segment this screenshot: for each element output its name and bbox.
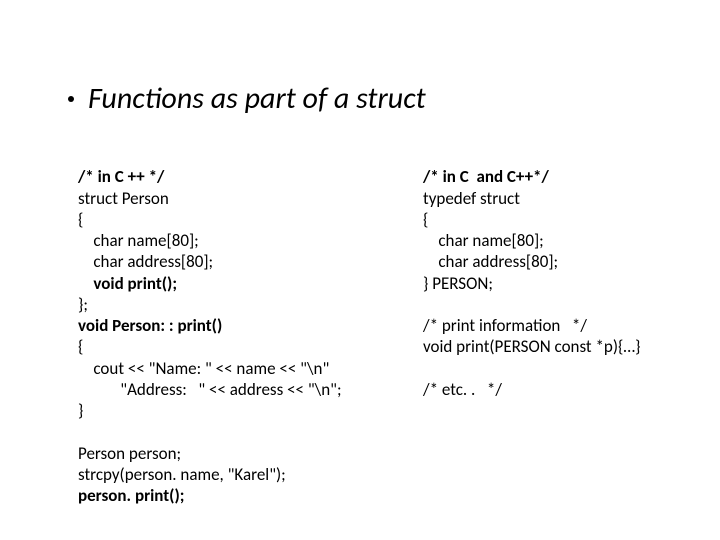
code-line: } <box>78 400 83 421</box>
code-line: Person person; <box>78 443 181 464</box>
code-line: char name[80]; <box>423 230 544 251</box>
code-line: { <box>78 336 83 357</box>
code-line: { <box>423 209 428 230</box>
slide-title: Functions as part of a struct <box>68 80 680 117</box>
bullet-icon <box>68 96 74 102</box>
code-line: "Address: " << address << "\n"; <box>78 379 342 400</box>
code-line: } PERSON; <box>423 273 493 294</box>
code-line: void print(PERSON const *p){…} <box>423 336 640 357</box>
code-line: /* etc. . */ <box>423 379 502 400</box>
code-columns: /* in C ++ */ struct Person { char name[… <box>78 145 680 506</box>
code-line: void print(); <box>78 273 177 294</box>
code-line: char address[80]; <box>78 251 213 272</box>
code-line: { <box>78 209 83 230</box>
code-line: strcpy(person. name, "Karel"); <box>78 464 286 485</box>
code-line: void Person: : print() <box>78 315 222 336</box>
code-line: /* in C and C++*/ <box>423 166 549 187</box>
code-column-right: /* in C and C++*/ typedef struct { char … <box>423 145 680 506</box>
code-line: typedef struct <box>423 188 520 209</box>
code-column-left: /* in C ++ */ struct Person { char name[… <box>78 145 423 506</box>
code-line: /* print information */ <box>423 315 587 336</box>
code-line: cout << "Name: " << name << "\n" <box>78 358 329 379</box>
code-line: person. print(); <box>78 485 184 506</box>
code-line: struct Person <box>78 188 169 209</box>
title-text: Functions as part of a struct <box>88 80 426 117</box>
code-line: char name[80]; <box>78 230 199 251</box>
slide: Functions as part of a struct /* in C ++… <box>0 0 720 540</box>
code-line: /* in C ++ */ <box>78 166 164 187</box>
code-line: char address[80]; <box>423 251 558 272</box>
code-line: }; <box>78 294 88 315</box>
